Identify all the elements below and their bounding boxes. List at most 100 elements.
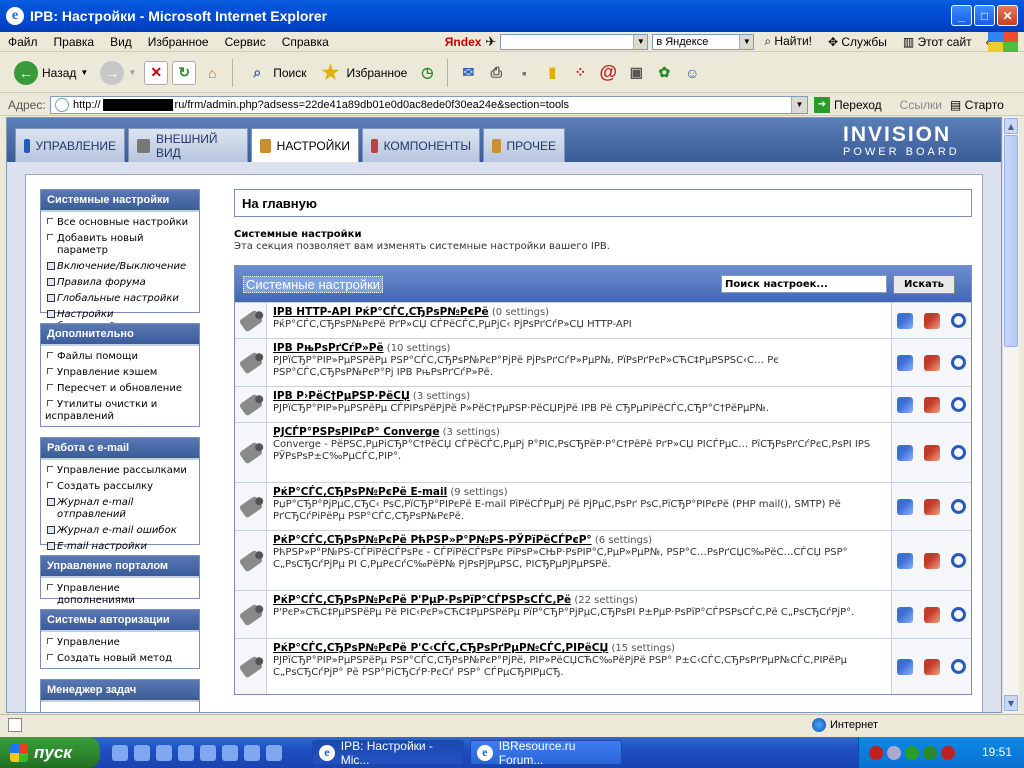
- edit-icon[interactable]: ▪: [512, 61, 536, 85]
- sidebar-item[interactable]: Создать новый метод: [41, 651, 199, 667]
- ie-quick-icon[interactable]: [134, 744, 150, 761]
- tray-icq-icon[interactable]: [905, 745, 919, 760]
- tab-management[interactable]: УПРАВЛЕНИЕ: [15, 128, 125, 162]
- mail-icon[interactable]: ✉: [456, 61, 480, 85]
- setting-group-link[interactable]: РќР°СЃС‚СЂРѕР№РєРё Р'РµР·РѕРїР°СЃРЅРѕСЃС…: [273, 594, 571, 606]
- eraser-icon[interactable]: [923, 606, 940, 623]
- yandex-find-button[interactable]: ⌕ Найти!: [758, 34, 818, 49]
- refresh-icon[interactable]: [950, 445, 966, 460]
- eraser-icon[interactable]: [923, 444, 940, 461]
- at-icon[interactable]: @: [596, 61, 620, 85]
- address-input[interactable]: http://ru/frm/admin.php?adsess=22de41a89…: [50, 95, 808, 114]
- note-icon[interactable]: ▮: [540, 61, 564, 85]
- setting-group-link[interactable]: РќР°СЃС‚СЂРѕР№РєРё РћРЅР»Р°Р№РЅ-РЎРїРёСЃ…: [273, 534, 592, 546]
- minimize-button[interactable]: _: [951, 5, 972, 26]
- yandex-tools-icon[interactable]: ✈: [485, 34, 496, 50]
- close-button[interactable]: ✕: [997, 5, 1018, 26]
- yandex-services-button[interactable]: ✥ Службы: [822, 35, 893, 49]
- eraser-icon[interactable]: [923, 552, 940, 569]
- edit-pencil-icon[interactable]: [897, 396, 914, 413]
- settings-search-button[interactable]: Искать: [893, 275, 955, 294]
- start-button[interactable]: пуск: [0, 737, 100, 768]
- edit-pencil-icon[interactable]: [897, 658, 914, 675]
- eraser-icon[interactable]: [923, 658, 940, 675]
- setting-group-link[interactable]: РќР°СЃС‚СЂРѕР№РєРё Р'С‹СЃС‚СЂРѕРґРµР№СЃС…: [273, 642, 608, 654]
- eraser-icon[interactable]: [923, 498, 940, 515]
- quick-launch-app-icon[interactable]: [178, 744, 194, 761]
- sidebar-item[interactable]: Глобальные настройки: [41, 291, 199, 307]
- refresh-icon[interactable]: [950, 355, 966, 370]
- chevron-down-icon[interactable]: ▼: [633, 34, 648, 49]
- yandex-scope-select[interactable]: в Яндексе ▼: [652, 33, 755, 50]
- refresh-icon[interactable]: [950, 553, 966, 568]
- chevron-down-icon[interactable]: ▼: [739, 34, 754, 49]
- quick-launch-app-icon[interactable]: [222, 744, 238, 761]
- forward-button[interactable]: → ▼: [96, 60, 140, 85]
- setting-group-link[interactable]: IPB РњРѕРґСѓР»Рё: [273, 342, 384, 354]
- maximize-button[interactable]: □: [974, 5, 995, 26]
- menu-help[interactable]: Справка: [274, 35, 337, 49]
- yandex-this-site-button[interactable]: ▥ Этот сайт: [897, 35, 978, 49]
- menu-edit[interactable]: Правка: [46, 35, 103, 49]
- favorites-button[interactable]: ★ Избранное: [315, 61, 412, 85]
- refresh-icon[interactable]: ↻: [172, 60, 197, 85]
- sidebar-item[interactable]: Утилиты очистки и исправлений: [41, 397, 199, 425]
- edit-pencil-icon[interactable]: [897, 498, 914, 515]
- window-titlebar[interactable]: e IPB: Настройки - Microsoft Internet Ex…: [0, 0, 1024, 32]
- edit-pencil-icon[interactable]: [897, 312, 914, 329]
- edit-pencil-icon[interactable]: [897, 354, 914, 371]
- links-label[interactable]: Ссылки: [900, 98, 942, 112]
- tray-app-icon[interactable]: [923, 745, 937, 760]
- menu-view[interactable]: Вид: [102, 35, 140, 49]
- scroll-down-arrow-icon[interactable]: ▼: [1004, 695, 1018, 711]
- edit-pencil-icon[interactable]: [897, 552, 914, 569]
- stop-icon[interactable]: ✕: [144, 60, 169, 85]
- chevron-down-icon[interactable]: ▼: [80, 68, 88, 77]
- back-button[interactable]: ← Назад ▼: [10, 60, 92, 85]
- sidebar-item[interactable]: Управление рассылками: [41, 463, 199, 479]
- eraser-icon[interactable]: [923, 312, 940, 329]
- refresh-icon[interactable]: [950, 499, 966, 514]
- tray-shield-icon[interactable]: [941, 745, 955, 760]
- media-icon[interactable]: ▣: [624, 61, 648, 85]
- refresh-icon[interactable]: [950, 313, 966, 328]
- quick-launch-app-icon[interactable]: [200, 744, 216, 761]
- search-button[interactable]: ⌕ Поиск: [241, 61, 310, 85]
- eraser-icon[interactable]: [923, 396, 940, 413]
- tab-appearance[interactable]: ВНЕШНИЙ ВИД: [128, 128, 248, 162]
- messenger-icon[interactable]: ☺: [680, 61, 704, 85]
- quick-launch-app-icon[interactable]: [244, 744, 260, 761]
- sidebar-item[interactable]: Управление кэшем: [41, 365, 199, 381]
- tray-app-icon[interactable]: [869, 745, 883, 760]
- home-icon[interactable]: ⌂: [200, 61, 224, 85]
- setting-group-link[interactable]: IPB HTTP-API РќР°СЃС‚СЂРѕР№РєРё: [273, 306, 489, 318]
- sidebar-item[interactable]: Создать рассылку: [41, 479, 199, 495]
- icq-icon[interactable]: ✿: [652, 61, 676, 85]
- edit-pencil-icon[interactable]: [897, 444, 914, 461]
- sidebar-item[interactable]: Все основные настройки: [41, 215, 199, 231]
- breadcrumb-home-link[interactable]: На главную: [242, 196, 317, 211]
- dots-icon[interactable]: ⁘: [568, 61, 592, 85]
- scrollbar-thumb[interactable]: [1004, 135, 1018, 347]
- tab-other[interactable]: ПРОЧЕЕ: [483, 128, 565, 162]
- chevron-down-icon[interactable]: ▼: [128, 68, 136, 77]
- refresh-icon[interactable]: [950, 659, 966, 674]
- sidebar-item[interactable]: E-mail настройки: [41, 539, 199, 555]
- scroll-up-arrow-icon[interactable]: ▲: [1004, 118, 1018, 134]
- history-icon[interactable]: ◷: [415, 61, 439, 85]
- vertical-scrollbar[interactable]: ▲ ▼: [1002, 117, 1019, 713]
- tab-components[interactable]: КОМПОНЕНТЫ: [362, 128, 480, 162]
- edit-pencil-icon[interactable]: [897, 606, 914, 623]
- go-button[interactable]: ➔ Переход: [814, 96, 882, 113]
- sidebar-item[interactable]: Добавить новый параметр: [41, 231, 199, 259]
- setting-group-link[interactable]: IPB Р›РёС†РµРЅР·РёСЏ: [273, 390, 410, 402]
- tab-settings[interactable]: НАСТРОЙКИ: [251, 128, 359, 163]
- sidebar-item[interactable]: Управление: [41, 635, 199, 651]
- quick-launch-app-icon[interactable]: [266, 744, 282, 761]
- eraser-icon[interactable]: [923, 354, 940, 371]
- settings-search-input[interactable]: Поиск настроек...: [721, 275, 887, 293]
- yandex-search-input[interactable]: ▼: [500, 33, 649, 50]
- sidebar-item[interactable]: Журнал e-mail ошибок: [41, 523, 199, 539]
- setting-group-link[interactable]: РќР°СЃС‚СЂРѕР№РєРё E-mail: [273, 486, 447, 498]
- sidebar-item[interactable]: Правила форума: [41, 275, 199, 291]
